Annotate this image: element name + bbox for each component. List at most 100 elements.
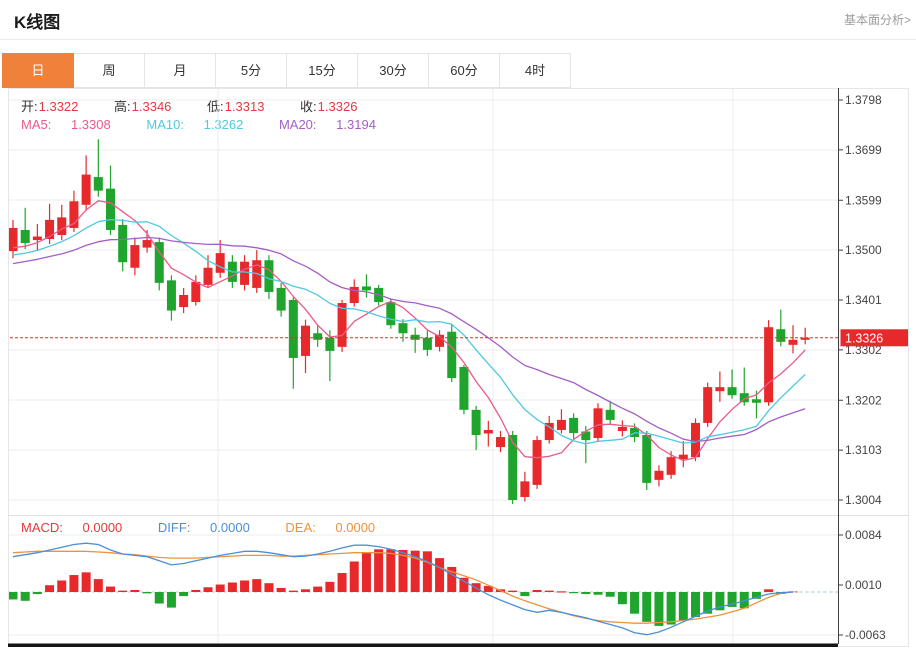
macd-hist-bar xyxy=(118,591,127,592)
bottom-scroll-bar[interactable] xyxy=(8,644,838,648)
ma5-line xyxy=(13,201,805,461)
candle-body xyxy=(411,335,420,340)
candle-body xyxy=(82,175,91,205)
macd-hist-bar xyxy=(325,582,334,592)
candle-body xyxy=(277,288,286,311)
macd-hist-bar xyxy=(69,575,78,592)
macd-hist-bar xyxy=(33,592,42,594)
macd-hist-bar xyxy=(679,592,688,620)
price-axis-label: 1.3103 xyxy=(845,443,882,457)
candle-body xyxy=(94,177,103,191)
macd-hist-bar xyxy=(21,592,30,601)
macd-hist-bar xyxy=(569,592,578,593)
fundamental-analysis-link[interactable]: 基本面分析> xyxy=(844,11,911,28)
macd-hist-bar xyxy=(520,592,529,596)
candle-body xyxy=(728,387,737,395)
macd-panel[interactable] xyxy=(9,543,839,635)
candle-body xyxy=(557,420,566,430)
candle-body xyxy=(496,437,505,447)
candle-body xyxy=(594,408,603,438)
candle-body xyxy=(33,237,42,241)
candlestick-series[interactable] xyxy=(9,139,810,504)
macd-axis-label: -0.0063 xyxy=(845,628,886,642)
kline-chart[interactable]: 1.37981.36991.35991.35001.34011.33021.32… xyxy=(0,88,916,648)
candle-body xyxy=(472,410,481,435)
tab-5min[interactable]: 5分 xyxy=(216,53,287,88)
macd-hist-bar xyxy=(228,583,237,592)
macd-hist-bar xyxy=(179,592,188,596)
macd-hist-bar xyxy=(362,553,371,592)
macd-hist-bar xyxy=(435,558,444,592)
tab-day[interactable]: 日 xyxy=(2,53,74,88)
candle-body xyxy=(618,427,627,431)
candle-body xyxy=(642,435,651,483)
macd-hist-bar xyxy=(557,591,566,592)
candle-body xyxy=(667,457,676,475)
candle-body xyxy=(338,303,347,347)
macd-hist-bar xyxy=(9,592,18,599)
candle-body xyxy=(57,217,66,235)
candle-body xyxy=(179,295,188,307)
macd-hist-bar xyxy=(82,572,91,592)
macd-hist-bar xyxy=(216,585,225,592)
candle-body xyxy=(362,286,371,290)
candle-body xyxy=(325,338,334,351)
candle-body xyxy=(606,410,615,420)
candle-body xyxy=(21,230,30,243)
current-price-tag: 1.3326 xyxy=(841,329,909,346)
tab-week[interactable]: 周 xyxy=(74,53,145,88)
tab-month[interactable]: 月 xyxy=(145,53,216,88)
candle-body xyxy=(204,268,213,285)
macd-hist-bar xyxy=(618,592,627,604)
macd-hist-bar xyxy=(594,592,603,595)
macd-hist-bar xyxy=(252,579,261,592)
macd-hist-bar xyxy=(508,591,517,592)
macd-hist-bar xyxy=(764,589,773,592)
macd-hist-bar xyxy=(667,592,676,625)
ma20-line xyxy=(13,238,805,442)
title-divider xyxy=(0,39,916,40)
price-axis-label: 1.3699 xyxy=(845,143,882,157)
price-axis: 1.37981.36991.35991.35001.34011.33021.32… xyxy=(839,88,887,644)
macd-hist-bar xyxy=(691,592,700,617)
tab-4hour[interactable]: 4时 xyxy=(500,53,571,88)
macd-hist-bar xyxy=(301,589,310,592)
candle-body xyxy=(167,280,176,310)
candle-body xyxy=(533,440,542,485)
current-price-tag-value: 1.3326 xyxy=(845,331,883,345)
candle-body xyxy=(520,481,529,497)
macd-hist-bar xyxy=(191,590,200,592)
macd-hist-bar xyxy=(240,580,249,592)
candle-body xyxy=(289,300,298,358)
macd-axis-label: 0.0010 xyxy=(845,578,882,592)
macd-hist-bar xyxy=(204,587,213,592)
macd-hist-bar xyxy=(423,551,432,592)
macd-hist-bar xyxy=(94,579,103,592)
tab-60min[interactable]: 60分 xyxy=(429,53,500,88)
candle-body xyxy=(776,329,785,342)
macd-hist-bar xyxy=(654,592,663,626)
macd-hist-bar xyxy=(350,561,359,592)
macd-hist-bar xyxy=(606,592,615,597)
candle-body xyxy=(130,245,139,268)
candle-body xyxy=(715,387,724,391)
macd-hist-bar xyxy=(143,592,152,593)
candle-body xyxy=(143,240,152,248)
macd-axis-label: 0.0084 xyxy=(845,528,882,542)
macd-hist-bar xyxy=(106,587,115,592)
tab-30min[interactable]: 30分 xyxy=(358,53,429,88)
candle-body xyxy=(386,302,395,325)
candle-body xyxy=(118,225,127,262)
page-title: K线图 xyxy=(14,8,60,33)
candle-body xyxy=(789,340,798,345)
macd-hist-bar xyxy=(374,549,383,592)
tab-15min[interactable]: 15分 xyxy=(287,53,358,88)
candle-body xyxy=(301,326,310,356)
macd-hist-bar xyxy=(57,580,66,592)
price-axis-label: 1.3202 xyxy=(845,393,882,407)
macd-hist-bar xyxy=(264,583,273,592)
price-axis-label: 1.3798 xyxy=(845,93,882,107)
candle-body xyxy=(703,387,712,423)
price-axis-label: 1.3599 xyxy=(845,193,882,207)
macd-hist-bar xyxy=(533,590,542,592)
